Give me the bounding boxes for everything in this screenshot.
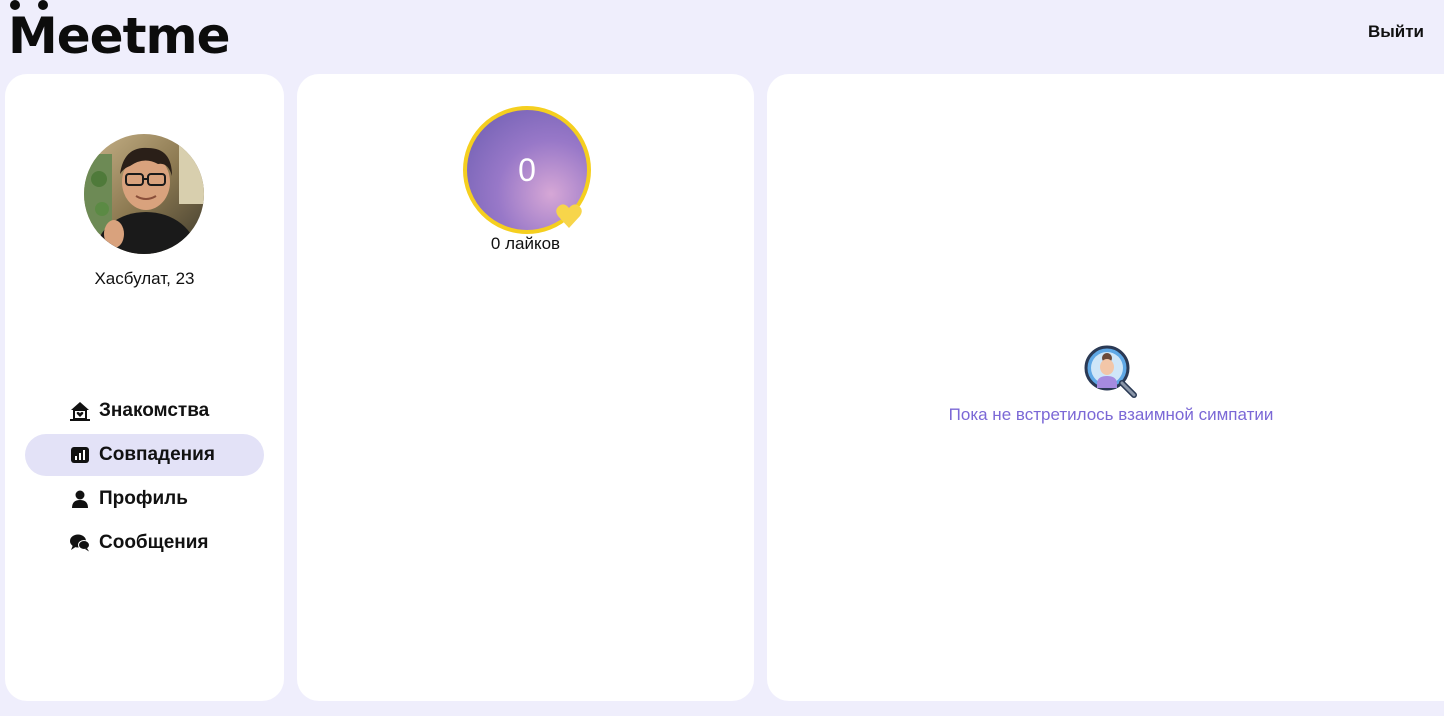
avatar[interactable] xyxy=(84,134,204,254)
sidebar-item-profile[interactable]: Профиль xyxy=(25,478,264,520)
sidebar-item-matches[interactable]: Совпадения xyxy=(25,434,264,476)
heart-icon xyxy=(556,204,582,228)
search-person-icon xyxy=(1084,345,1137,398)
sidebar-item-messages[interactable]: Сообщения xyxy=(25,522,264,564)
chart-icon xyxy=(70,445,90,465)
home-heart-icon xyxy=(70,401,90,421)
sidebar-item-label: Профиль xyxy=(99,488,188,509)
person-icon xyxy=(70,489,90,509)
likes-panel: 0 0 лайков xyxy=(297,74,754,701)
sidebar-item-label: Знакомства xyxy=(99,400,210,421)
logout-button[interactable]: Выйти xyxy=(1368,22,1424,42)
sidebar-nav: Знакомства Совпадения Профиль Сообщения xyxy=(25,390,264,566)
app-logo[interactable]: M eetme xyxy=(8,0,231,65)
user-photo xyxy=(84,134,204,254)
sidebar-item-acquaintances[interactable]: Знакомства xyxy=(25,390,264,432)
logo-dot xyxy=(10,0,20,10)
sidebar-item-label: Сообщения xyxy=(99,532,209,553)
matches-panel: Пока не встретилось взаимной симпатии xyxy=(767,74,1444,701)
logo-dot xyxy=(38,0,48,10)
logo-initial: M xyxy=(8,0,58,64)
user-name-age: Хасбулат, 23 xyxy=(94,269,195,288)
likes-badge[interactable]: 0 xyxy=(463,106,591,234)
sidebar-item-label: Совпадения xyxy=(99,444,215,465)
chat-icon xyxy=(70,533,90,553)
likes-label: 0 лайков xyxy=(490,234,561,253)
empty-matches-message: Пока не встретилось взаимной симпатии xyxy=(948,405,1274,424)
sidebar-panel: Хасбулат, 23 Знакомства Совпадения Профи… xyxy=(5,74,284,701)
top-bar: M eetme Выйти xyxy=(0,0,1444,70)
logo-text: eetme xyxy=(56,7,231,65)
